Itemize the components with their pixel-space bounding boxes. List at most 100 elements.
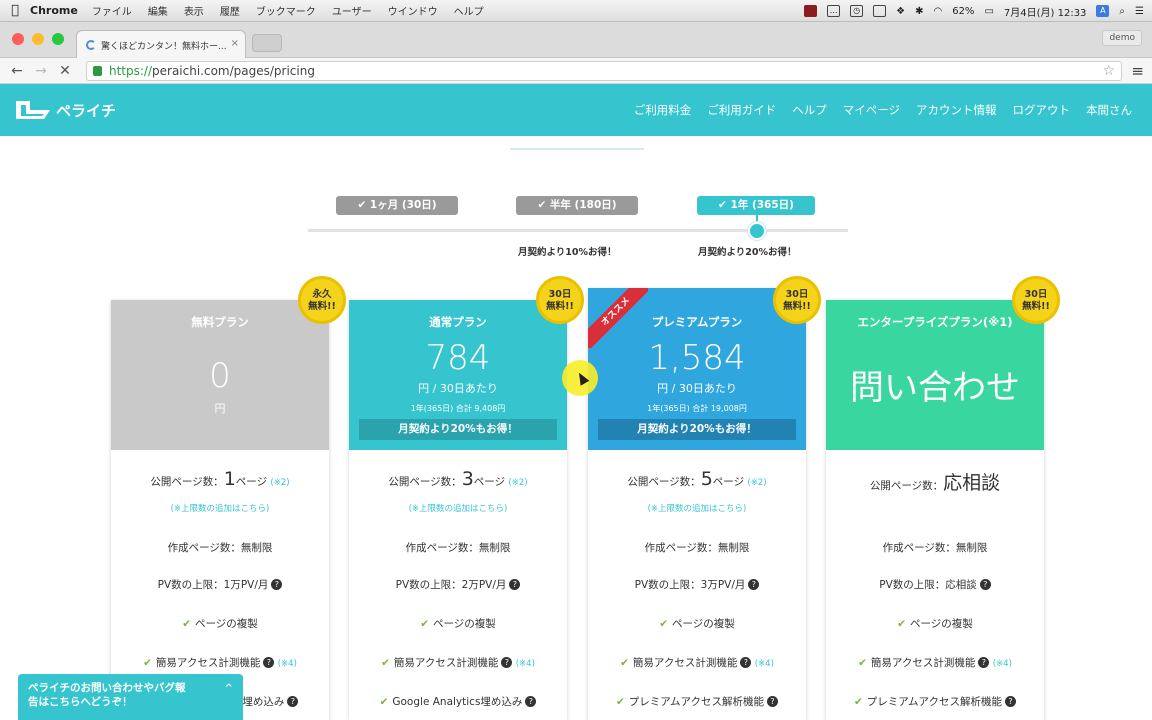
help-icon[interactable]: ?	[767, 696, 779, 707]
forward-icon[interactable]: →	[32, 61, 50, 81]
new-tab-button[interactable]	[252, 34, 282, 52]
nav-pricing[interactable]: ご利用料金	[634, 102, 692, 118]
close-window-button[interactable]	[12, 33, 24, 45]
discount-half-year: 月契約より10%お得！	[518, 247, 617, 258]
help-icon[interactable]: ?	[740, 657, 752, 668]
term-1-year[interactable]: ✔ 1年 (365日)	[697, 196, 815, 215]
feature-extra: ✔ プレミアムアクセス解析機能?	[826, 694, 1044, 709]
help-icon[interactable]: ?	[748, 579, 760, 590]
bluetooth-icon[interactable]: ✱	[915, 6, 923, 17]
url-scheme: https://	[109, 64, 153, 78]
add-pages-link[interactable]: (※上限数の追加はこちら)	[111, 502, 329, 514]
clock[interactable]: 7月4日(月) 12:33	[1004, 4, 1087, 19]
plan-price: 0	[209, 356, 231, 396]
add-pages-link[interactable]: (※上限数の追加はこちら)	[349, 502, 567, 514]
feature-extra: ✔Google Analytics埋め込み?	[349, 694, 567, 709]
help-icon[interactable]: ?	[263, 657, 275, 668]
plan-price: 784	[425, 338, 491, 378]
menu-file[interactable]: ファイル	[92, 3, 132, 18]
public-pages: 公開ページ数：応相談	[869, 472, 1001, 494]
term-slider-track[interactable]	[308, 229, 848, 232]
pv-limit: PV数の上限：1万PV/月?	[111, 577, 329, 592]
feature-access: ✔ 簡易アクセス計測機能? (※4)	[858, 657, 1012, 669]
term-slider-handle[interactable]	[748, 222, 766, 240]
check-icon: ✔	[420, 618, 429, 630]
dropbox-icon[interactable]: ❖	[896, 6, 905, 17]
plan-card-free: 無料プラン 0 円 公開ページ数：1ページ (※2) (※上限数の追加はこちら)…	[111, 300, 329, 720]
back-icon[interactable]: ←	[8, 61, 26, 81]
plan-inquiry[interactable]: 問い合わせ	[826, 360, 1044, 409]
nav-logout[interactable]: ログアウト	[1013, 102, 1071, 118]
address-bar[interactable]: https://peraichi.com/pages/pricing ☆	[86, 61, 1122, 81]
help-icon[interactable]: ?	[271, 579, 283, 590]
site-logo[interactable]: ペライチ	[14, 98, 116, 122]
spotlight-icon[interactable]: ⌕	[1119, 6, 1125, 17]
window-status-icon[interactable]	[873, 5, 887, 17]
site-nav: ご利用料金 ご利用ガイド ヘルプ マイページ アカウント情報 ログアウト 本間さ…	[634, 84, 1132, 136]
free-forever-badge: 永久 無料!!	[298, 276, 346, 324]
tab-close-icon[interactable]: ×	[231, 38, 239, 49]
chevron-up-icon[interactable]: ^	[225, 682, 233, 696]
plan-name: エンタープライズプラン(※1)	[857, 315, 1013, 329]
zoom-window-button[interactable]	[52, 33, 64, 45]
plan-header-standard: 通常プラン 784 円 / 30日あたり 1年(365日) 合計 9,408円 …	[349, 300, 567, 450]
public-pages: 公開ページ数：1ページ (※2)	[150, 468, 290, 490]
feature-copy: ✔ ページの複製	[420, 618, 496, 630]
plan-promo: 月契約より20%もお得！	[359, 419, 557, 440]
menu-bookmarks[interactable]: ブックマーク	[256, 3, 316, 18]
menu-view[interactable]: 表示	[184, 3, 204, 18]
feature-copy: ✔ ページの複製	[182, 618, 258, 630]
profile-button[interactable]: demo	[1102, 30, 1142, 46]
help-icon[interactable]: ?	[525, 696, 537, 707]
chrome-menu-icon[interactable]: ≡	[1131, 62, 1144, 80]
browser-toolbar: ← → ✕ https://peraichi.com/pages/pricing…	[0, 58, 1152, 84]
help-icon[interactable]: ?	[287, 696, 299, 707]
bookmark-star-icon[interactable]: ☆	[1102, 62, 1115, 80]
support-chat-widget[interactable]: ペライチのお問い合わせやバグ報 告はこちらへどうぞ！ ^	[18, 674, 243, 720]
plan-total: 1年(365日) 合計 9,408円	[410, 404, 506, 413]
wifi-icon[interactable]: ◠	[933, 6, 942, 17]
battery-percent: 62%	[952, 5, 975, 17]
help-icon[interactable]: ?	[979, 579, 991, 590]
logo-text: ペライチ	[56, 101, 117, 120]
menu-history[interactable]: 履歴	[220, 3, 240, 18]
discount-one-year: 月契約より20%お得！	[698, 247, 797, 258]
chat-line-1: ペライチのお問い合わせやバグ報	[28, 682, 186, 694]
browser-tab[interactable]: 驚くほどカンタン！無料ホー... ×	[76, 30, 246, 58]
public-pages-value: 5	[700, 468, 713, 490]
stop-icon[interactable]: ✕	[56, 61, 74, 81]
chat-status-icon[interactable]: …	[827, 5, 841, 17]
nav-mypage[interactable]: マイページ	[843, 102, 900, 118]
plan-card-enterprise: エンタープライズプラン(※1) 問い合わせ 公開ページ数：応相談 作成ページ数：…	[826, 300, 1044, 720]
help-icon[interactable]: ?	[501, 657, 513, 668]
app-menu-chrome[interactable]: Chrome	[30, 4, 78, 17]
menu-help[interactable]: ヘルプ	[454, 3, 484, 18]
help-icon[interactable]: ?	[978, 657, 990, 668]
recommended-ribbon: オススメ	[588, 288, 648, 348]
term-half-year[interactable]: ✔ 半年 (180日)	[516, 196, 638, 215]
url-path: peraichi.com/pages/pricing	[152, 64, 315, 78]
minimize-window-button[interactable]	[32, 33, 44, 45]
create-pages: 作成ページ数：無制限	[167, 542, 273, 554]
nav-user-name[interactable]: 本間さん	[1086, 102, 1132, 118]
nav-account[interactable]: アカウント情報	[916, 102, 997, 118]
status-app-icon[interactable]	[804, 5, 818, 17]
plan-header-free: 無料プラン 0 円	[111, 300, 329, 450]
menu-edit[interactable]: 編集	[148, 3, 168, 18]
timemachine-icon[interactable]: ◷	[850, 5, 864, 17]
menu-user[interactable]: ユーザー	[332, 3, 372, 18]
feature-extra: ✔ プレミアムアクセス解析機能?	[588, 694, 806, 709]
nav-help[interactable]: ヘルプ	[792, 102, 827, 118]
notification-center-icon[interactable]: ☰	[1135, 6, 1144, 17]
apple-menu-icon[interactable]: 	[0, 3, 30, 18]
create-pages: 作成ページ数：無制限	[405, 542, 511, 554]
help-icon[interactable]: ?	[509, 579, 521, 590]
term-1-month[interactable]: ✔ 1ヶ月 (30日)	[336, 196, 458, 215]
menu-window[interactable]: ウインドウ	[388, 3, 438, 18]
battery-icon[interactable]: ▭	[984, 6, 993, 17]
nav-guide[interactable]: ご利用ガイド	[707, 102, 776, 118]
add-pages-link[interactable]: (※上限数の追加はこちら)	[588, 502, 806, 514]
help-icon[interactable]: ?	[1005, 696, 1017, 707]
input-method-icon[interactable]: A	[1096, 5, 1110, 17]
public-pages-value: 3	[461, 468, 474, 490]
